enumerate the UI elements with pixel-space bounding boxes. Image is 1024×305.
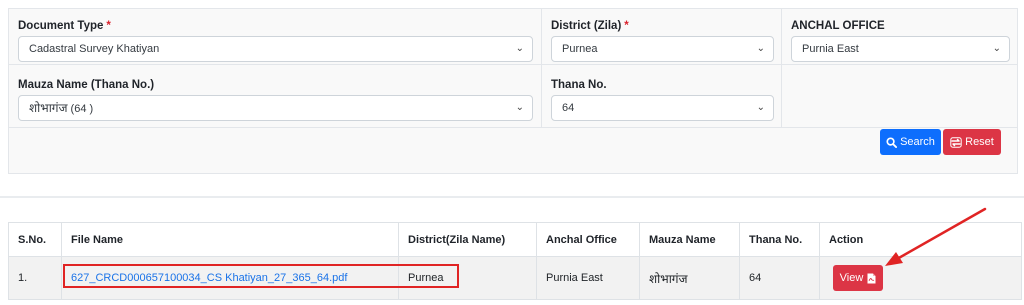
chevron-down-icon: ⌄ (756, 102, 765, 113)
thana-label: Thana No. (551, 79, 607, 91)
thana-cell: Thana No. 64 ⌄ (542, 65, 782, 128)
header-district: District(Zila Name) (399, 223, 537, 256)
anchal-office-select[interactable]: Purnia East ⌄ (791, 36, 1010, 62)
anchal-office-label: ANCHAL OFFICE (791, 20, 885, 32)
annotation-highlight-box (63, 264, 459, 288)
header-action: Action (820, 223, 1022, 256)
header-mauza-name: Mauza Name (640, 223, 740, 256)
header-sno: S.No. (8, 223, 62, 256)
cell-mauza: शोभागंज (640, 257, 740, 299)
header-file-name: File Name (62, 223, 399, 256)
search-form-panel: Document Type * Cadastral Survey Khatiyan… (8, 8, 1018, 174)
thana-select[interactable]: 64 ⌄ (551, 95, 774, 121)
chevron-down-icon: ⌄ (992, 43, 1001, 54)
required-mark: * (624, 20, 629, 32)
anchal-office-value: Purnia East (802, 43, 859, 55)
reset-icon (950, 136, 962, 148)
cell-sno: 1. (8, 257, 62, 299)
district-cell: District (Zila) * Purnea ⌄ (542, 9, 782, 65)
mauza-select[interactable]: शोभागंज (64 ) ⌄ (18, 95, 533, 121)
search-icon (886, 136, 898, 148)
chevron-down-icon: ⌄ (515, 43, 524, 54)
search-button[interactable]: Search (880, 129, 941, 155)
document-type-value: Cadastral Survey Khatiyan (29, 43, 160, 55)
empty-cell (782, 65, 1018, 128)
required-mark: * (106, 20, 111, 32)
thana-value: 64 (562, 102, 575, 114)
document-type-cell: Document Type * Cadastral Survey Khatiyan… (9, 9, 542, 65)
view-button[interactable]: View (833, 265, 883, 291)
section-divider (0, 196, 1024, 198)
document-type-select[interactable]: Cadastral Survey Khatiyan ⌄ (18, 36, 533, 62)
header-anchal-office: Anchal Office (537, 223, 640, 256)
anchal-office-cell: ANCHAL OFFICE Purnia East ⌄ (782, 9, 1018, 65)
district-select[interactable]: Purnea ⌄ (551, 36, 774, 62)
view-button-label: View (839, 272, 864, 284)
cell-thana: 64 (740, 257, 820, 299)
document-type-label: Document Type (18, 20, 104, 32)
search-button-label: Search (900, 136, 935, 148)
header-thana-no: Thana No. (740, 223, 820, 256)
table-header-row: S.No. File Name District(Zila Name) Anch… (8, 222, 1022, 257)
reset-button[interactable]: Reset (943, 129, 1001, 155)
chevron-down-icon: ⌄ (756, 43, 765, 54)
mauza-value-suffix: (64 ) (70, 103, 94, 115)
chevron-down-icon: ⌄ (515, 102, 524, 113)
mauza-value-hindi: शोभागंज (29, 101, 68, 115)
mauza-label: Mauza Name (Thana No.) (18, 79, 155, 91)
mauza-cell: Mauza Name (Thana No.) शोभागंज (64 ) ⌄ (9, 65, 542, 128)
cell-anchal-office: Purnia East (537, 257, 640, 299)
reset-button-label: Reset (965, 136, 994, 148)
district-label: District (Zila) (551, 20, 622, 32)
district-value: Purnea (562, 43, 598, 55)
pdf-file-icon (867, 273, 876, 283)
